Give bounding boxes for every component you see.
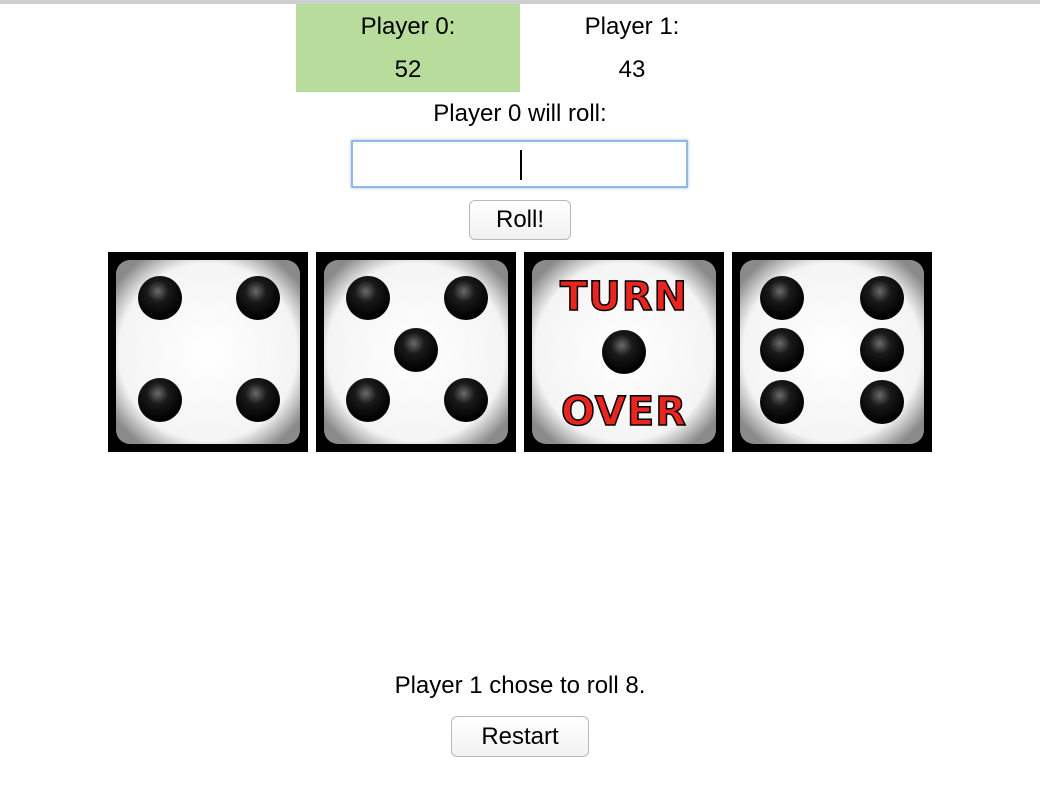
- die-pip: [346, 378, 390, 422]
- roll-button[interactable]: Roll!: [469, 200, 571, 240]
- player-1-score: 43: [618, 56, 646, 83]
- die-pip: [346, 276, 390, 320]
- die-four-pips: [108, 252, 308, 452]
- turn-prompt: Player 0 will roll:: [433, 100, 607, 127]
- die-pip: [394, 328, 438, 372]
- player-1-score-cell: Player 1: 43: [520, 4, 744, 92]
- dice-row: TURN OVER: [108, 252, 932, 452]
- scoreboard: Player 0: 52 Player 1: 43: [296, 4, 744, 92]
- die-six-pips: [732, 252, 932, 452]
- player-0-score: 52: [394, 56, 422, 83]
- die-pip: [860, 276, 904, 320]
- die-pip: [444, 276, 488, 320]
- die-pip: [760, 276, 804, 320]
- die-pip: [138, 276, 182, 320]
- die-pip: [760, 380, 804, 424]
- status-message: Player 1 chose to roll 8.: [394, 672, 646, 699]
- die-pip: [236, 276, 280, 320]
- player-0-score-cell: Player 0: 52: [296, 4, 520, 92]
- die-pip: [602, 330, 646, 374]
- die-pip: [444, 378, 488, 422]
- die-pip: [860, 380, 904, 424]
- turn-over-text-bottom: OVER: [561, 389, 687, 435]
- die-five-pips: [316, 252, 516, 452]
- die-pip: [236, 378, 280, 422]
- player-1-label: Player 1:: [584, 13, 680, 40]
- restart-button[interactable]: Restart: [451, 716, 589, 757]
- roll-count-input[interactable]: [351, 140, 688, 188]
- die-pip: [860, 328, 904, 372]
- die-pip: [138, 378, 182, 422]
- turn-over-text-top: TURN: [560, 274, 688, 320]
- text-caret: [520, 150, 522, 180]
- die-turn-over: TURN OVER: [524, 252, 724, 452]
- player-0-label: Player 0:: [360, 13, 456, 40]
- die-pip: [760, 328, 804, 372]
